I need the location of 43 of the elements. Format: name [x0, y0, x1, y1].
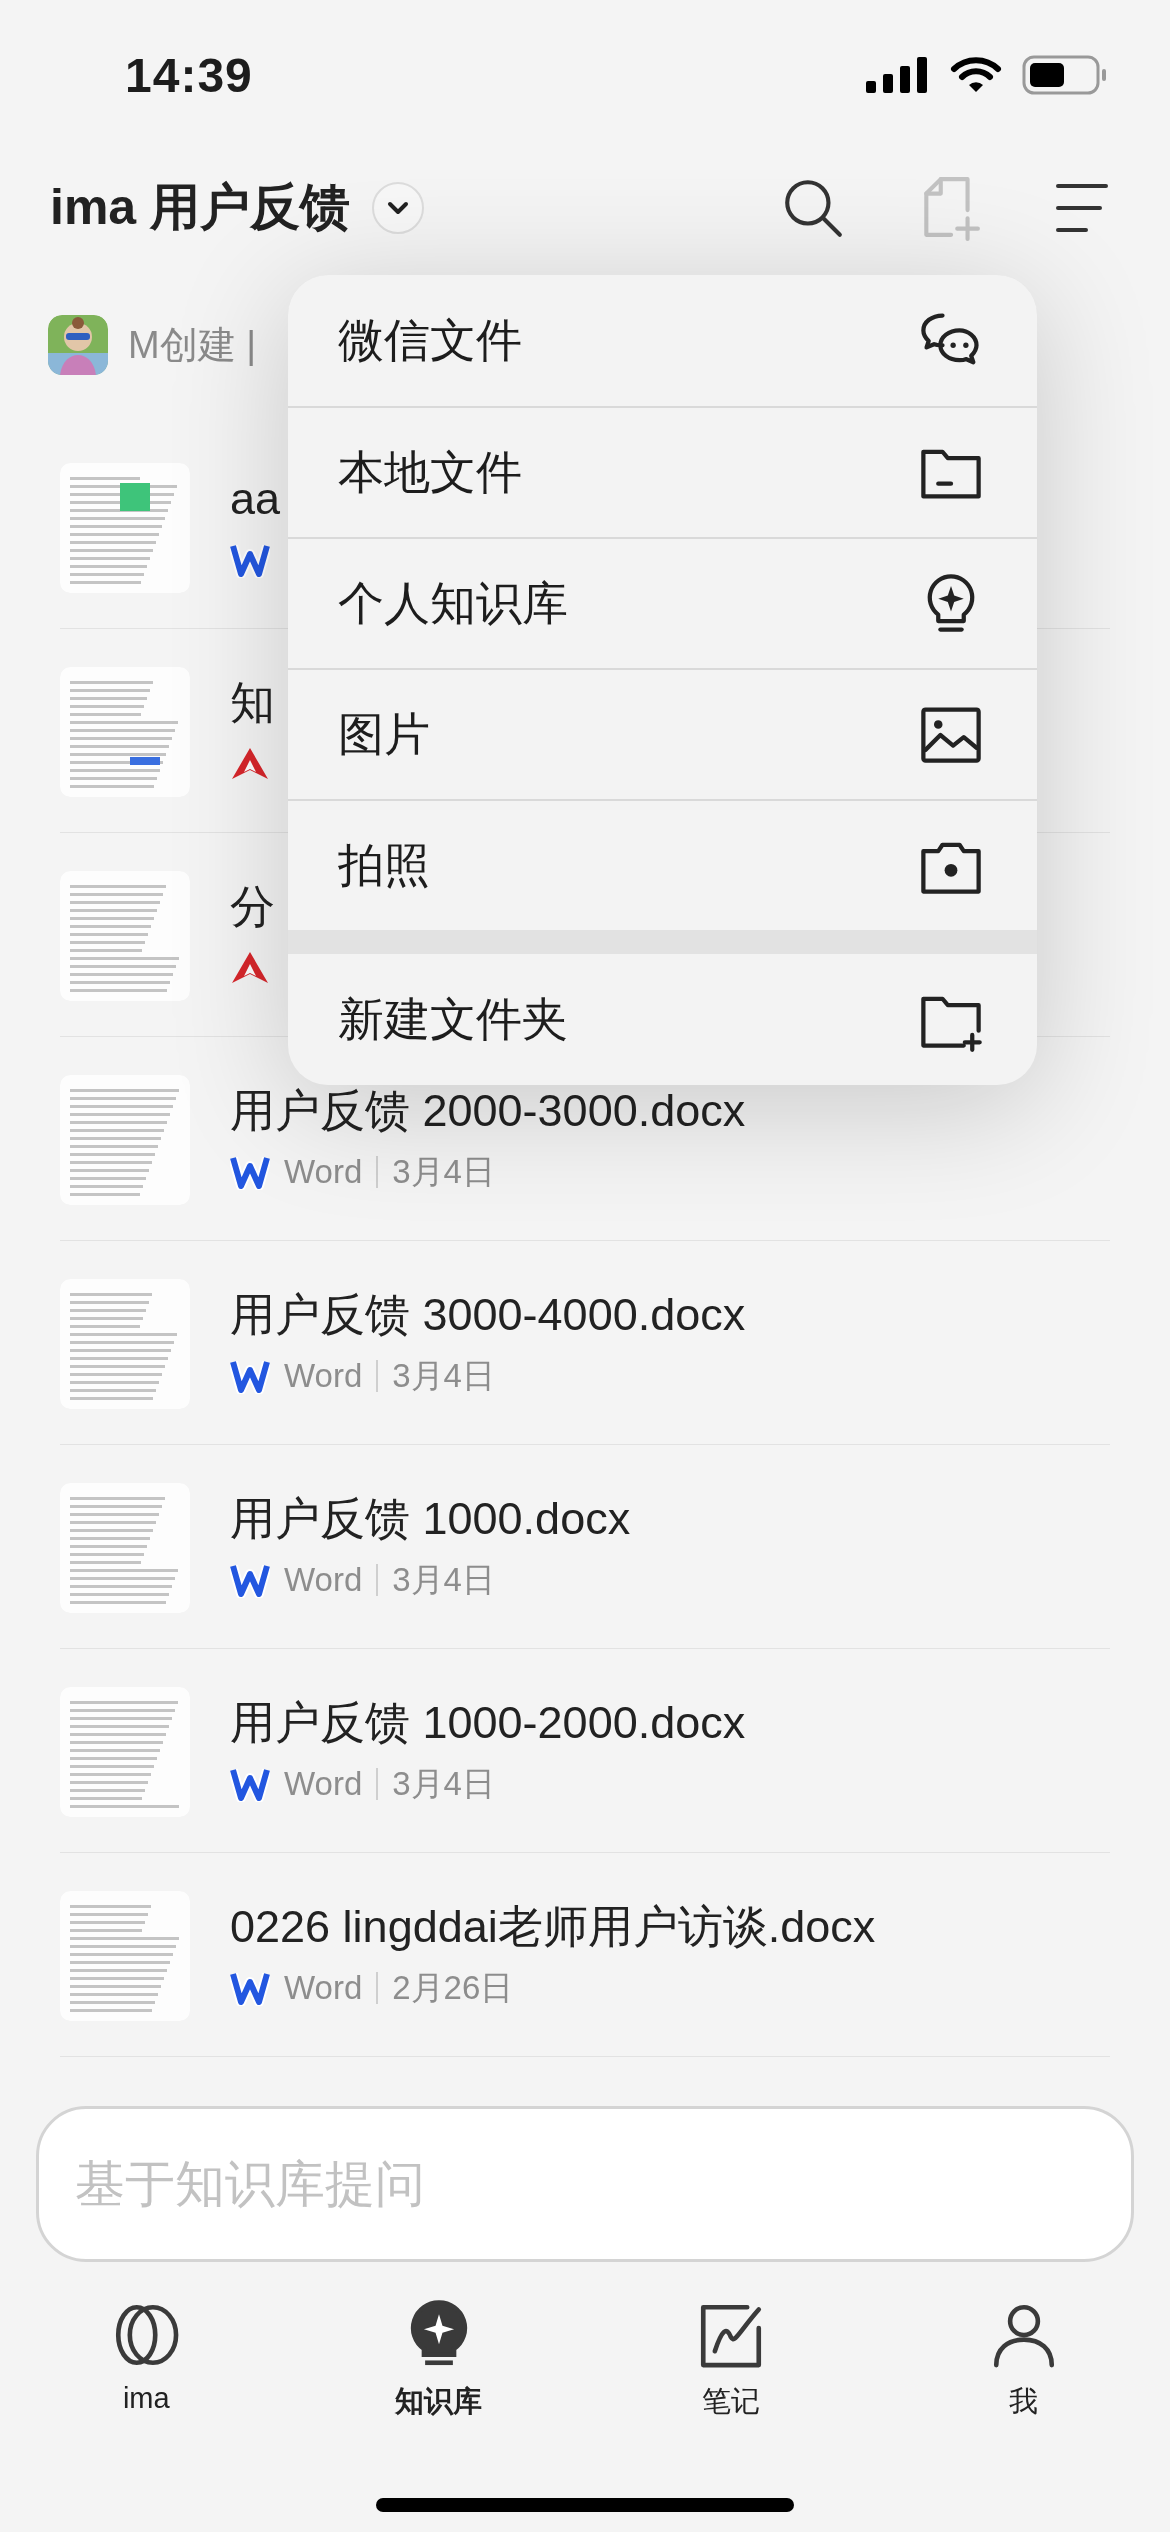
word-icon	[230, 1358, 270, 1394]
word-icon	[230, 1766, 270, 1802]
word-icon	[230, 1562, 270, 1598]
word-icon	[230, 542, 270, 578]
file-title[interactable]: 用户反馈 3000-4000.docx	[230, 1285, 746, 1345]
file-date: 2月26日	[392, 1967, 514, 2008]
tab-item[interactable]: 我	[877, 2298, 1170, 2428]
menu-item[interactable]: 微信文件	[288, 275, 1037, 406]
word-icon	[230, 1970, 270, 2006]
file-title[interactable]: aa	[230, 469, 281, 529]
file-date: 3月4日	[392, 1559, 495, 1600]
tab-item[interactable]: ima	[0, 2298, 293, 2428]
signal-icon	[866, 57, 930, 93]
pdf-icon	[230, 950, 270, 986]
file-title[interactable]: 用户反馈 1000-2000.docx	[230, 1693, 746, 1753]
chevron-down-icon	[387, 200, 410, 215]
menu-item[interactable]: 拍照	[288, 799, 1037, 930]
file-type: Word	[284, 1969, 363, 2007]
file-title[interactable]: 用户反馈 1000.docx	[230, 1489, 631, 1549]
file-date: 3月4日	[392, 1355, 495, 1396]
page-title: ima 用户反馈	[50, 178, 351, 237]
file-date: 3月4日	[392, 1151, 495, 1192]
ask-field[interactable]: 基于知识库提问	[36, 2106, 1134, 2262]
menu-item[interactable]: 本地文件	[288, 406, 1037, 537]
menu-item[interactable]: 个人知识库	[288, 537, 1037, 668]
file-type: Word	[284, 1561, 363, 1599]
battery-icon	[1022, 55, 1108, 95]
file-title[interactable]: 分	[230, 877, 275, 937]
file-title[interactable]: 知	[230, 673, 275, 733]
tab-item[interactable]: 笔记	[585, 2298, 878, 2428]
file-title[interactable]: 0226 lingddai老师用户访谈.docx	[230, 1897, 876, 1957]
file-type: Word	[284, 1153, 363, 1191]
tab-item[interactable]: 知识库	[292, 2298, 585, 2428]
pdf-icon	[230, 746, 270, 782]
status-time: 14:39	[125, 47, 253, 103]
menu-item[interactable]: 图片	[288, 668, 1037, 799]
file-type: Word	[284, 1357, 363, 1395]
file-date: 3月4日	[392, 1763, 495, 1804]
creator-label: M创建 |	[128, 322, 257, 368]
file-type: Word	[284, 1765, 363, 1803]
wifi-icon	[950, 56, 1002, 94]
menu-item[interactable]: 新建文件夹	[288, 954, 1037, 1085]
word-icon	[230, 1154, 270, 1190]
